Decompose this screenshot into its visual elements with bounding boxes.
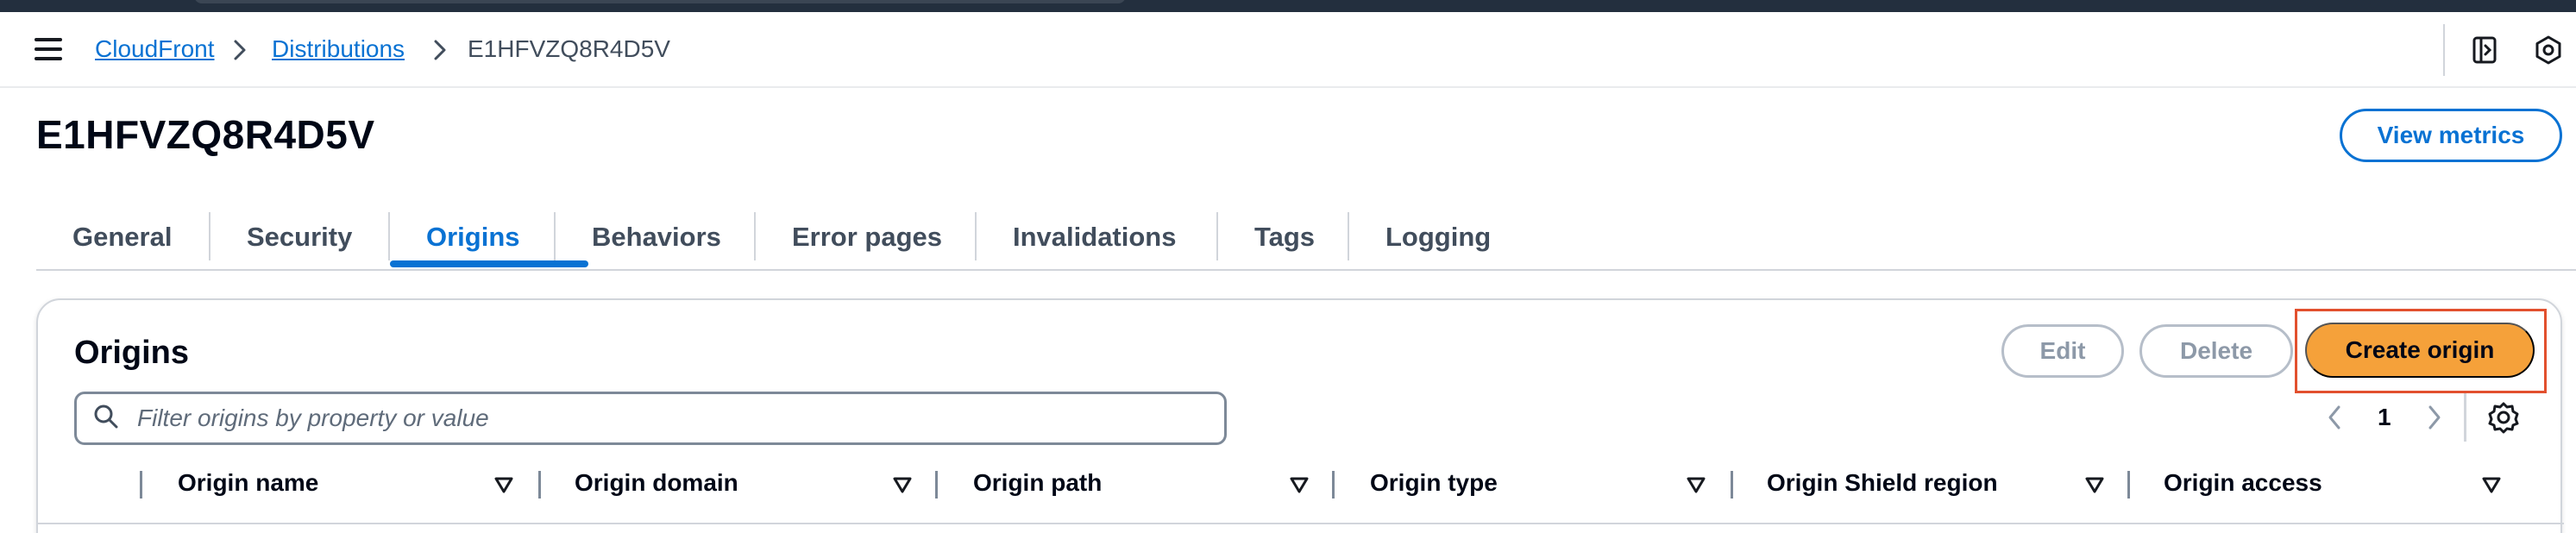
column-divider	[1332, 471, 1335, 499]
create-origin-button[interactable]: Create origin	[2305, 323, 2535, 378]
sort-down-icon[interactable]	[1289, 476, 1310, 495]
col-origin-access[interactable]: Origin access	[2164, 469, 2322, 497]
view-metrics-button[interactable]: View metrics	[2340, 109, 2562, 162]
column-divider	[140, 471, 142, 499]
top-search-pill[interactable]	[194, 0, 1126, 3]
sort-down-icon[interactable]	[493, 476, 514, 495]
table-header-line	[38, 523, 2564, 524]
side-panel-icon[interactable]	[2469, 34, 2500, 66]
origins-panel: Origins Edit Delete Create origin Filter…	[36, 298, 2564, 533]
search-icon	[94, 404, 118, 429]
chevron-left-icon[interactable]	[2324, 402, 2345, 433]
sort-down-icon[interactable]	[2481, 476, 2502, 495]
tab-separator	[975, 212, 977, 260]
column-divider	[935, 471, 938, 499]
tab-separator	[754, 212, 756, 260]
sort-down-icon[interactable]	[1686, 476, 1706, 495]
col-origin-name[interactable]: Origin name	[178, 469, 318, 497]
breadcrumb-current: E1HFVZQ8R4D5V	[468, 35, 670, 62]
tab-error-pages[interactable]: Error pages	[792, 204, 942, 271]
col-origin-domain[interactable]: Origin domain	[575, 469, 738, 497]
tab-general[interactable]: General	[72, 204, 172, 271]
tab-security[interactable]: Security	[247, 204, 352, 271]
toolbar-divider	[2443, 24, 2445, 76]
filter-search-input[interactable]: Filter origins by property or value	[74, 392, 1227, 445]
page-title: E1HFVZQ8R4D5V	[36, 112, 375, 157]
col-origin-shield-region[interactable]: Origin Shield region	[1767, 469, 1998, 497]
chevron-right-icon	[234, 40, 246, 60]
tab-separator	[1348, 212, 1349, 260]
breadcrumb-bar: CloudFront Distributions E1HFVZQ8R4D5V	[0, 12, 2576, 88]
breadcrumb-cloudfront[interactable]: CloudFront	[95, 34, 215, 64]
sort-down-icon[interactable]	[892, 476, 913, 495]
pagination-divider	[2464, 393, 2466, 442]
breadcrumb-distributions[interactable]: Distributions	[272, 34, 405, 64]
tab-separator	[1216, 212, 1218, 260]
chevron-right-icon	[434, 40, 446, 60]
tab-separator	[554, 212, 556, 260]
tab-tags[interactable]: Tags	[1254, 204, 1315, 271]
column-divider	[1731, 471, 1733, 499]
hex-settings-icon[interactable]	[2533, 34, 2564, 66]
sort-down-icon[interactable]	[2084, 476, 2105, 495]
top-nav-bar	[0, 0, 2576, 12]
column-divider	[538, 471, 541, 499]
chevron-right-icon[interactable]	[2424, 402, 2445, 433]
tab-bar: General Security Origins Behaviors Error…	[36, 204, 2576, 271]
column-divider	[2127, 471, 2130, 499]
gear-icon[interactable]	[2486, 400, 2521, 435]
active-tab-indicator	[390, 260, 588, 267]
tab-separator	[209, 212, 210, 260]
menu-icon[interactable]	[35, 38, 62, 62]
col-origin-type[interactable]: Origin type	[1370, 469, 1498, 497]
delete-button[interactable]: Delete	[2139, 324, 2293, 378]
tab-separator	[388, 212, 390, 260]
pagination-current-page[interactable]: 1	[2378, 404, 2391, 431]
tab-invalidations[interactable]: Invalidations	[1013, 204, 1176, 271]
panel-title: Origins	[74, 335, 190, 371]
edit-button[interactable]: Edit	[2001, 324, 2124, 378]
tab-behaviors[interactable]: Behaviors	[592, 204, 721, 271]
tab-logging[interactable]: Logging	[1385, 204, 1491, 271]
col-origin-path[interactable]: Origin path	[973, 469, 1102, 497]
